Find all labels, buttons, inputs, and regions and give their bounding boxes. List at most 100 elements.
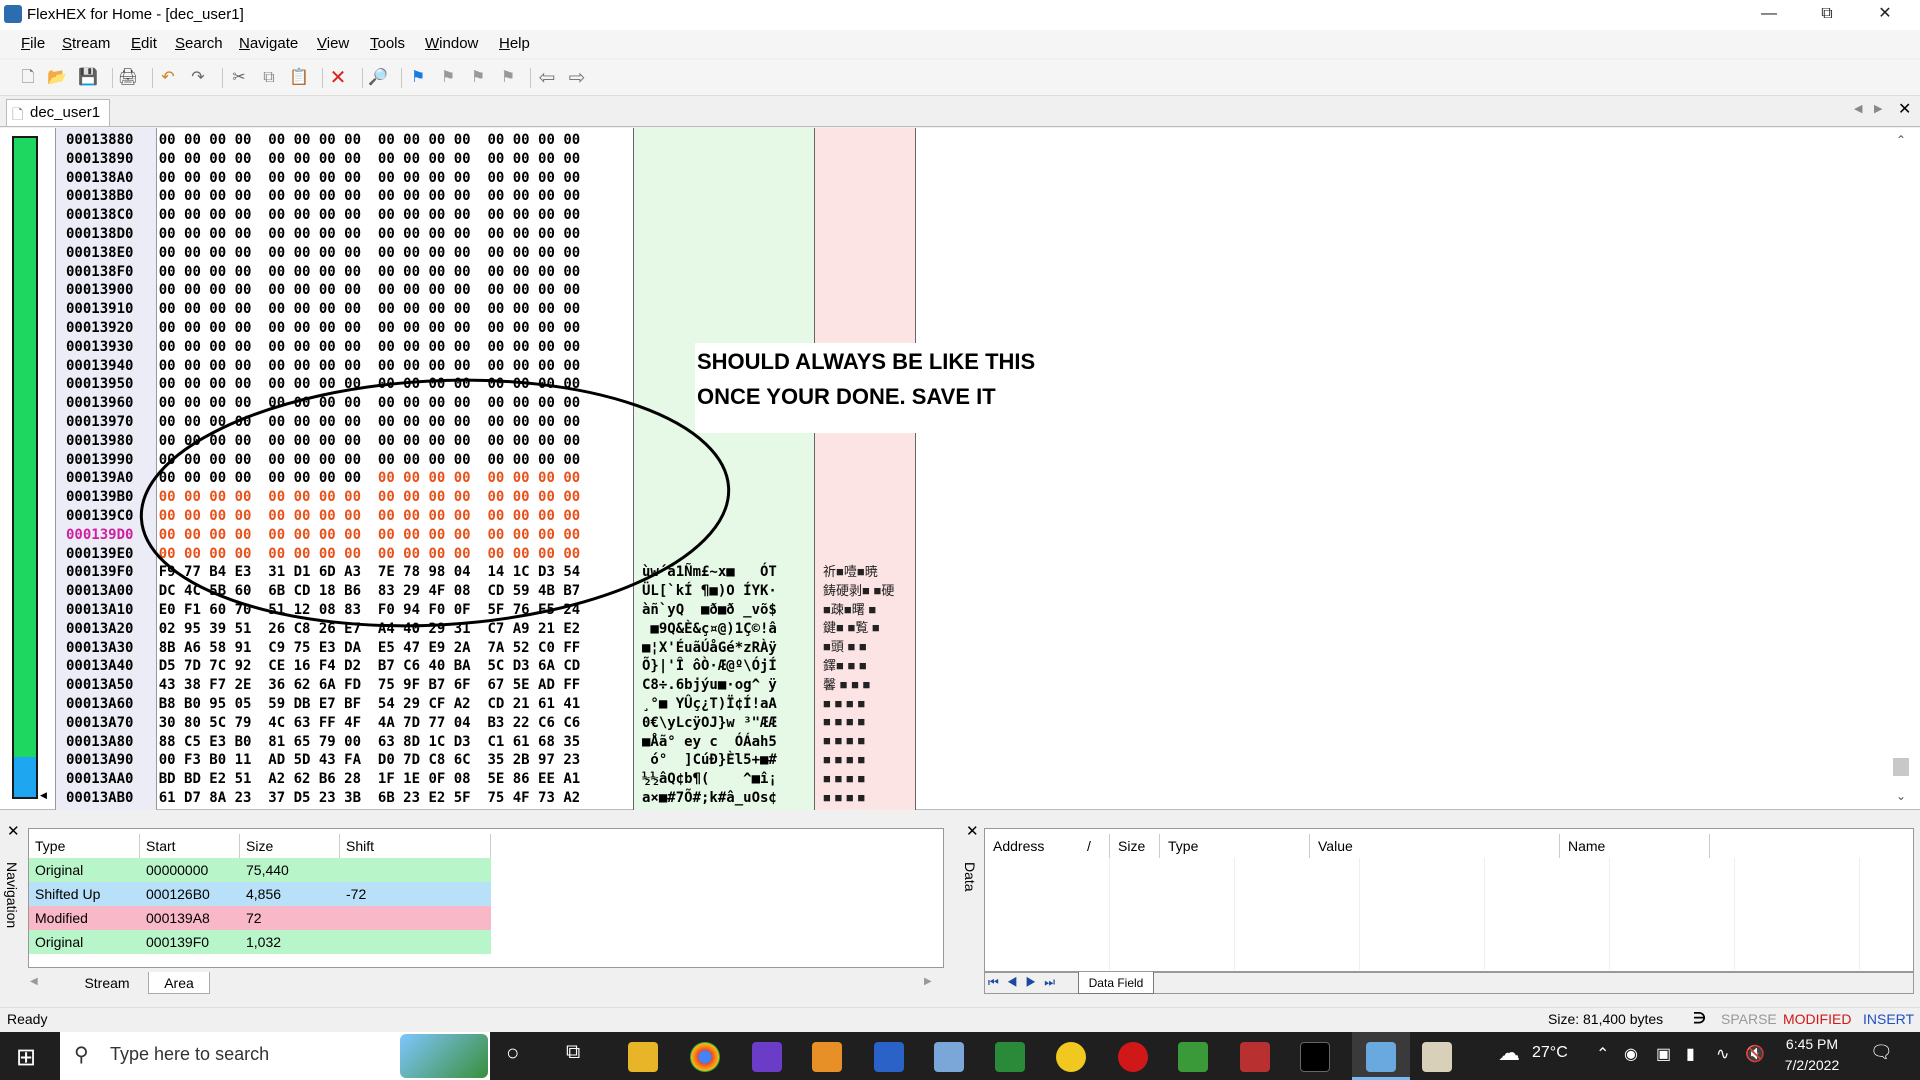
clock-time[interactable]: 6:45 PM <box>1772 1036 1852 1052</box>
hex-row[interactable]: 00013AB0 61 D7 8A 23 37 D5 23 3B 6B 23 E… <box>66 789 580 808</box>
hex-bytes-right[interactable]: 6B 23 E2 5F 75 4F 73 A2 <box>378 790 580 806</box>
scroll-thumb[interactable] <box>1893 758 1909 776</box>
hex-bytes-right[interactable]: D0 7D C8 6C 35 2B 97 23 <box>378 752 580 768</box>
hex-rows[interactable]: 00013880 00 00 00 00 00 00 00 00 00 00 0… <box>66 131 580 808</box>
hex-bytes-left[interactable]: 61 D7 8A 23 37 D5 23 3B <box>159 790 361 806</box>
hex-bytes-left[interactable]: 00 F3 B0 11 AD 5D 43 FA <box>159 752 361 768</box>
hex-bytes-right[interactable]: 4A 7D 77 04 B3 22 C6 C6 <box>378 715 580 731</box>
hex-bytes-left[interactable]: 00 00 00 00 00 00 00 00 <box>159 226 361 242</box>
close-button[interactable]: ✕ <box>1856 0 1914 30</box>
hex-bytes-left[interactable]: 00 00 00 00 00 00 00 00 <box>159 470 361 486</box>
nav-header-type[interactable]: Type <box>29 834 140 858</box>
app-purple-icon[interactable] <box>752 1042 782 1072</box>
hex-bytes-left[interactable]: 00 00 00 00 00 00 00 00 <box>159 527 361 543</box>
hex-bytes-right[interactable]: E5 47 E9 2A 7A 52 C0 FF <box>378 640 580 656</box>
task-view-icon[interactable]: ⧉ <box>566 1041 580 1064</box>
hex-bytes-right[interactable]: 00 00 00 00 00 00 00 00 <box>378 170 580 186</box>
cut-icon[interactable]: ✂ <box>228 67 250 89</box>
hex-bytes-right[interactable]: 00 00 00 00 00 00 00 00 <box>378 207 580 223</box>
app-paint-icon[interactable] <box>1422 1042 1452 1072</box>
hex-bytes-left[interactable]: 00 00 00 00 00 00 00 00 <box>159 452 361 468</box>
hex-bytes-right[interactable]: 00 00 00 00 00 00 00 00 <box>378 132 580 148</box>
forward-arrow-icon[interactable]: ⇨ <box>566 67 588 89</box>
battery-icon[interactable]: ▮ <box>1686 1044 1695 1064</box>
hex-row[interactable]: 00013A20 02 95 39 51 26 C8 26 E7 A4 40 2… <box>66 620 580 639</box>
notifications-icon[interactable]: 🗨 <box>1870 1042 1893 1063</box>
scroll-up-icon[interactable]: ⌃ <box>1892 133 1910 149</box>
menu-stream[interactable]: Stream <box>62 35 110 52</box>
hex-bytes-right[interactable]: F0 94 F0 0F 5F 76 F5 24 <box>378 602 580 618</box>
app-globe-icon[interactable] <box>1178 1042 1208 1072</box>
print-icon[interactable]: 🖨 <box>117 67 139 89</box>
hex-bytes-right[interactable]: 00 00 00 00 00 00 00 00 <box>378 470 580 486</box>
hex-row[interactable]: 00013900 00 00 00 00 00 00 00 00 00 00 0… <box>66 281 580 300</box>
tab-data-field[interactable]: Data Field <box>1078 972 1154 994</box>
hex-row[interactable]: 000138A0 00 00 00 00 00 00 00 00 00 00 0… <box>66 169 580 188</box>
hex-row[interactable]: 00013950 00 00 00 00 00 00 00 00 00 00 0… <box>66 375 580 394</box>
hex-bytes-right[interactable]: A4 40 29 31 C7 A9 21 E2 <box>378 621 580 637</box>
vertical-scrollbar[interactable] <box>1890 130 1914 808</box>
hex-row[interactable]: 00013A10 E0 F1 60 70 51 12 08 83 F0 94 F… <box>66 601 580 620</box>
hex-bytes-right[interactable]: 00 00 00 00 00 00 00 00 <box>378 452 580 468</box>
hex-bytes-left[interactable]: BD BD E2 51 A2 62 B6 28 <box>159 771 361 787</box>
weather-cloud-icon[interactable]: ☁ <box>1498 1040 1520 1066</box>
hex-bytes-right[interactable]: 00 00 00 00 00 00 00 00 <box>378 339 580 355</box>
data-header-address[interactable]: Address / <box>985 834 1110 858</box>
copy-icon[interactable]: ⧉ <box>258 67 280 89</box>
hex-bytes-left[interactable]: E0 F1 60 70 51 12 08 83 <box>159 602 361 618</box>
hex-bytes-left[interactable]: 00 00 00 00 00 00 00 00 <box>159 358 361 374</box>
hex-row[interactable]: 00013910 00 00 00 00 00 00 00 00 00 00 0… <box>66 300 580 319</box>
hex-bytes-right[interactable]: 54 29 CF A2 CD 21 61 41 <box>378 696 580 712</box>
minimize-button[interactable]: — <box>1740 0 1798 30</box>
restore-button[interactable]: ⧉ <box>1798 0 1856 30</box>
hex-row[interactable]: 00013A30 8B A6 58 91 C9 75 E3 DA E5 47 E… <box>66 639 580 658</box>
hex-bytes-right[interactable]: 00 00 00 00 00 00 00 00 <box>378 546 580 562</box>
hex-bytes-right[interactable]: 00 00 00 00 00 00 00 00 <box>378 320 580 336</box>
hex-bytes-right[interactable]: 7E 78 98 04 14 1C D3 54 <box>378 564 580 580</box>
navigation-row[interactable]: Modified 000139A8 72 <box>29 906 491 930</box>
hex-row[interactable]: 000138E0 00 00 00 00 00 00 00 00 00 00 0… <box>66 244 580 263</box>
hex-bytes-right[interactable]: 00 00 00 00 00 00 00 00 <box>378 226 580 242</box>
hex-bytes-right[interactable]: 75 9F B7 6F 67 5E AD FF <box>378 677 580 693</box>
hex-bytes-right[interactable]: 00 00 00 00 00 00 00 00 <box>378 282 580 298</box>
menu-help[interactable]: Help <box>499 35 530 52</box>
bookmark-next-icon[interactable]: ⚑ <box>437 67 459 89</box>
hex-row[interactable]: 00013920 00 00 00 00 00 00 00 00 00 00 0… <box>66 319 580 338</box>
hex-row[interactable]: 00013A00 DC 4C 5B 60 6B CD 18 B6 83 29 4… <box>66 582 580 601</box>
hex-row[interactable]: 000139A0 00 00 00 00 00 00 00 00 00 00 0… <box>66 469 580 488</box>
hex-row[interactable]: 00013970 00 00 00 00 00 00 00 00 00 00 0… <box>66 413 580 432</box>
hex-bytes-left[interactable]: B8 B0 95 05 59 DB E7 BF <box>159 696 361 712</box>
hex-row[interactable]: 00013930 00 00 00 00 00 00 00 00 00 00 0… <box>66 338 580 357</box>
hex-bytes-left[interactable]: 00 00 00 00 00 00 00 00 <box>159 433 361 449</box>
windows-start-icon[interactable]: ⊞ <box>16 1043 36 1072</box>
app-yellow-icon[interactable] <box>1056 1042 1086 1072</box>
menu-navigate[interactable]: Navigate <box>239 35 298 52</box>
chrome-icon[interactable] <box>690 1042 720 1072</box>
back-arrow-icon[interactable]: ⇦ <box>536 67 558 89</box>
tab-area[interactable]: Area <box>148 972 210 994</box>
hex-bytes-right[interactable]: 00 00 00 00 00 00 00 00 <box>378 245 580 261</box>
hex-row[interactable]: 00013A90 00 F3 B0 11 AD 5D 43 FA D0 7D C… <box>66 751 580 770</box>
data-header-name[interactable]: Name <box>1560 834 1710 858</box>
close-document-icon[interactable]: ✕ <box>1898 99 1911 119</box>
tray-camera-icon[interactable]: ▣ <box>1656 1044 1671 1064</box>
hex-row[interactable]: 00013880 00 00 00 00 00 00 00 00 00 00 0… <box>66 131 580 150</box>
hex-bytes-right[interactable]: 00 00 00 00 00 00 00 00 <box>378 358 580 374</box>
file-explorer-icon[interactable] <box>628 1042 658 1072</box>
save-icon[interactable]: 💾 <box>77 67 99 89</box>
hex-row[interactable]: 00013A60 B8 B0 95 05 59 DB E7 BF 54 29 C… <box>66 695 580 714</box>
hex-row[interactable]: 000139C0 00 00 00 00 00 00 00 00 00 00 0… <box>66 507 580 526</box>
hex-row[interactable]: 000138C0 00 00 00 00 00 00 00 00 00 00 0… <box>66 206 580 225</box>
hex-bytes-left[interactable]: 00 00 00 00 00 00 00 00 <box>159 508 361 524</box>
hex-row[interactable]: 000138B0 00 00 00 00 00 00 00 00 00 00 0… <box>66 187 580 206</box>
tab-strip-right-icon[interactable]: ▶ <box>924 976 932 987</box>
hex-row[interactable]: 00013AA0 BD BD E2 51 A2 62 B6 28 1F 1E 0… <box>66 770 580 789</box>
paste-icon[interactable]: 📋 <box>288 67 310 89</box>
hex-row[interactable]: 00013A70 30 80 5C 79 4C 63 FF 4F 4A 7D 7… <box>66 714 580 733</box>
tab-scroll-right-icon[interactable]: ▶ <box>1874 102 1882 115</box>
app-red-icon[interactable] <box>1118 1042 1148 1072</box>
app-blue-window-icon[interactable] <box>874 1042 904 1072</box>
data-header-type[interactable]: Type <box>1160 834 1310 858</box>
hex-bytes-left[interactable]: 00 00 00 00 00 00 00 00 <box>159 264 361 280</box>
hex-bytes-left[interactable]: F9 77 B4 E3 31 D1 6D A3 <box>159 564 361 580</box>
